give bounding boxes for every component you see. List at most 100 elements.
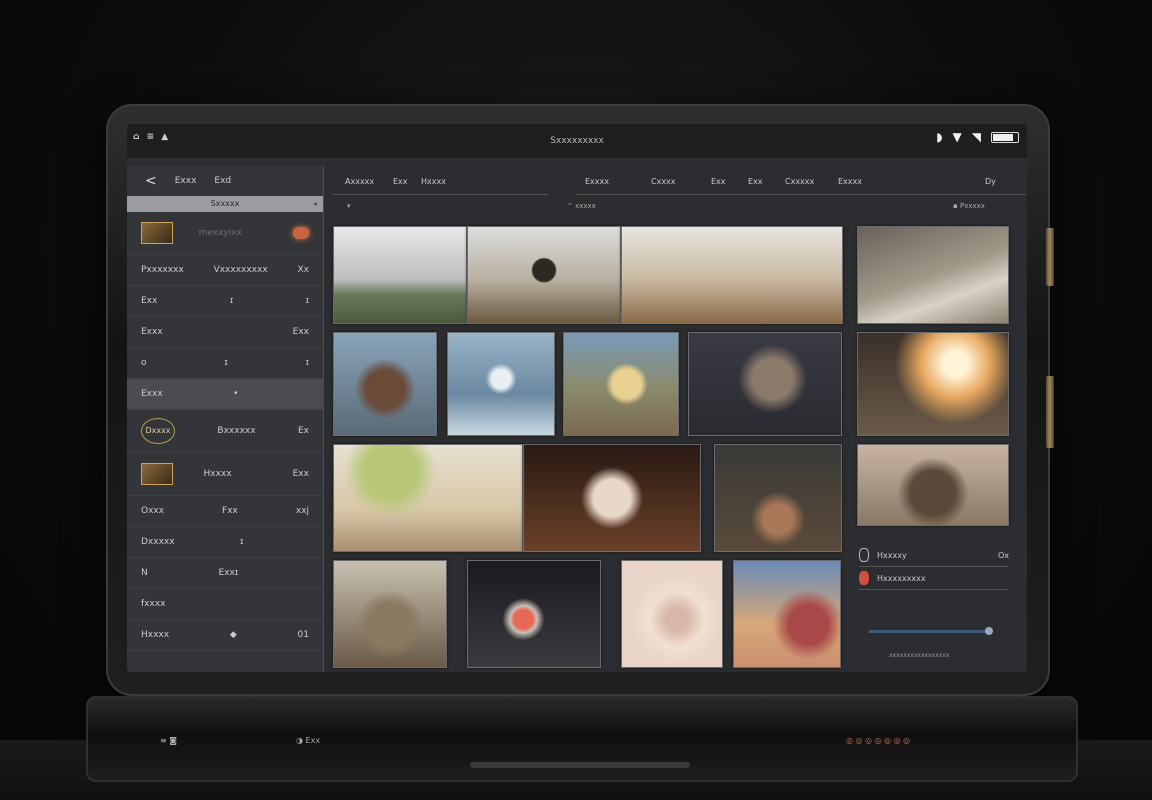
- side-button-upper[interactable]: [1046, 228, 1054, 286]
- toolbar-item-2[interactable]: Exx: [393, 177, 408, 186]
- info-panel: Hxxxxy Ox Hxxxxxxxxx xxxxxxxxxxxxxxxxx: [859, 544, 1009, 668]
- photo-thumbnail[interactable]: [733, 560, 841, 668]
- info-row-1[interactable]: Hxxxxy Ox: [859, 544, 1009, 567]
- back-button[interactable]: <: [145, 173, 157, 189]
- photo-thumbnail[interactable]: [621, 560, 723, 668]
- battery-icon: [991, 131, 1019, 143]
- list-item[interactable]: Exxx Exx: [127, 317, 323, 348]
- list-item-mid: Fxx: [222, 506, 238, 516]
- info-row-1-label: Hxxxxy: [877, 550, 907, 560]
- list-item-mid: •: [233, 389, 239, 399]
- sub-center-label[interactable]: ⌃ xxxxx: [567, 202, 596, 210]
- slider-knob[interactable]: [985, 627, 993, 635]
- list-item-label: fxxxx: [141, 599, 166, 609]
- list-item[interactable]: Pxxxxxxx Vxxxxxxxxx Xx: [127, 255, 323, 286]
- photo-thumbnail[interactable]: [467, 560, 601, 668]
- sort-icon[interactable]: ▾: [347, 202, 351, 210]
- toolbar-end-item[interactable]: Dy: [985, 177, 996, 186]
- thumbnail: [141, 222, 173, 244]
- list-item[interactable]: Hxxxx Exx: [127, 453, 323, 496]
- list-item-label: Oxxx: [141, 506, 165, 516]
- section-bar-label: Sxxxxx: [210, 199, 240, 208]
- header-tab-1[interactable]: Exxx: [175, 176, 197, 186]
- list-item-mid: ɪ: [224, 358, 228, 368]
- status-indicator: [292, 227, 309, 239]
- toolbar-item-9[interactable]: Exxxx: [838, 177, 862, 186]
- list-item-label: Exxx: [141, 389, 163, 399]
- toolbar-item-7[interactable]: Exx: [748, 177, 763, 186]
- list-item[interactable]: Exxx •: [127, 379, 323, 410]
- photo-thumbnail[interactable]: [333, 226, 467, 324]
- photo-thumbnail[interactable]: [523, 444, 701, 552]
- wifi-icon: ▼: [952, 130, 962, 144]
- side-button-lower[interactable]: [1046, 376, 1054, 448]
- toolbar-item-1[interactable]: Axxxxx: [345, 177, 374, 186]
- list-item-mid: ɪ: [229, 296, 234, 306]
- base-left-icons: ≡ ◙: [160, 736, 178, 745]
- list-item[interactable]: Dxxxxx ɪ: [127, 527, 323, 558]
- info-row-2-label: Hxxxxxxxxx: [877, 573, 926, 583]
- list-item-mid: ɪ: [240, 537, 244, 547]
- base-mid-label: ◑ Exx: [296, 736, 321, 745]
- status-right: ◗ ▼ ◥: [936, 130, 1019, 144]
- list-item-value: ɪ: [305, 296, 309, 306]
- header-tab-2[interactable]: Exd: [214, 176, 231, 186]
- photo-thumbnail[interactable]: [714, 444, 842, 552]
- toolbar-item-5[interactable]: Cxxxx: [651, 177, 676, 186]
- progress-slider[interactable]: [869, 627, 993, 635]
- list-item[interactable]: mexxyixx: [127, 212, 323, 255]
- photo-thumbnail[interactable]: [688, 332, 842, 436]
- list-item-value: 01: [297, 630, 309, 640]
- photo-thumbnail[interactable]: [333, 444, 523, 552]
- list-item[interactable]: fxxxx: [127, 589, 323, 620]
- list-item[interactable]: oɪɪ: [127, 348, 323, 379]
- thumbnail: [141, 463, 173, 485]
- list-item[interactable]: N Exxɪ: [127, 558, 323, 589]
- info-row-2[interactable]: Hxxxxxxxxx: [859, 567, 1009, 590]
- device-base: [86, 696, 1078, 782]
- sub-right-label[interactable]: ▪ Pxxxxx: [953, 202, 985, 210]
- record-icon: [859, 571, 869, 585]
- toolbar-item-3[interactable]: Hxxxx: [421, 177, 446, 186]
- list-item-label: Exxx: [141, 327, 163, 337]
- section-bar[interactable]: Sxxxxx ◂: [127, 196, 323, 212]
- toolbar-item-8[interactable]: Cxxxxx: [785, 177, 814, 186]
- list-item[interactable]: Dxxxx Bxxxxxx Ex: [127, 410, 323, 453]
- sub-toolbar: ▾ ⌃ xxxxx ▪ Pxxxxx: [333, 198, 1027, 218]
- photo-thumbnail[interactable]: [333, 560, 447, 668]
- list-item[interactable]: Hxxxx ◆ 01: [127, 620, 323, 651]
- list-item-label: Dxxxxx: [141, 537, 175, 547]
- list-item-label: Exx: [141, 296, 158, 306]
- photo-thumbnail[interactable]: [333, 332, 437, 436]
- toolbar-item-4[interactable]: Exxxx: [585, 177, 609, 186]
- photo-thumbnail[interactable]: [857, 332, 1009, 436]
- battery-level: [993, 133, 1014, 141]
- list-item-label: Pxxxxxxx: [141, 265, 184, 275]
- half-moon-icon: ◗: [936, 130, 943, 144]
- list-item-mid: Exxɪ: [218, 568, 239, 578]
- list-item[interactable]: Oxxx Fxx xxj: [127, 496, 323, 527]
- list-item-value: Exx: [292, 327, 309, 337]
- photo-thumbnail[interactable]: [621, 226, 843, 324]
- list-item-label: mexxyixx: [198, 228, 242, 238]
- left-panel: < Exxx Exd Sxxxxx ◂ mexxyixx Pxxxxxxx Vxxx…: [127, 166, 324, 672]
- list-item-label: Hxxxx: [203, 469, 232, 479]
- photo-thumbnail[interactable]: [563, 332, 679, 436]
- list-item[interactable]: Exx ɪ ɪ: [127, 286, 323, 317]
- list-item-value: ɪ: [305, 358, 309, 368]
- photo-thumbnail[interactable]: [857, 444, 1009, 526]
- list-item-mid: Bxxxxxx: [217, 426, 256, 436]
- list-item-mid: Vxxxxxxxxx: [213, 265, 268, 275]
- base-slot: [470, 762, 690, 768]
- list-item-label: o: [141, 358, 147, 368]
- window-title: Sxxxxxxxxx: [550, 136, 604, 146]
- toolbar-item-6[interactable]: Exx: [711, 177, 726, 186]
- list-item-value: Exx: [292, 469, 309, 479]
- collapse-icon: ◂: [312, 199, 317, 208]
- signal-icon: ◥: [971, 130, 981, 144]
- list-item-label: N: [141, 568, 148, 578]
- photo-thumbnail[interactable]: [857, 226, 1009, 324]
- photo-thumbnail[interactable]: [467, 226, 621, 324]
- photo-thumbnail[interactable]: [447, 332, 555, 436]
- list-item-value: Xx: [297, 265, 310, 275]
